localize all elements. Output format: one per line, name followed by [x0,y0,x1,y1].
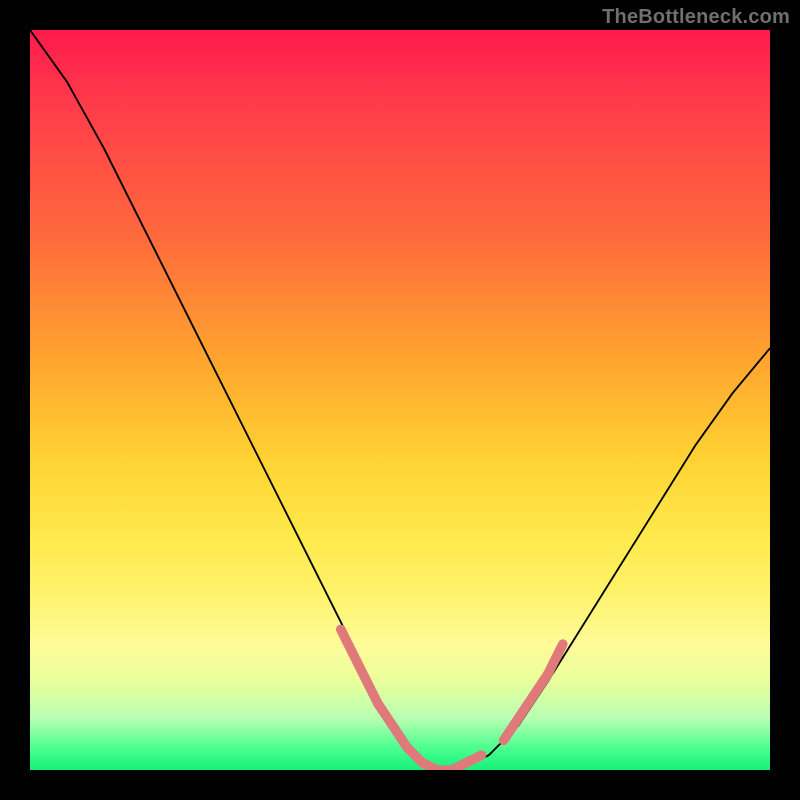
chart-frame: TheBottleneck.com [0,0,800,800]
highlight-segment [467,755,482,762]
highlight-segment [341,629,363,673]
bottleneck-curve [30,30,770,770]
watermark-text: TheBottleneck.com [602,6,790,29]
highlight-segment [363,674,378,704]
chart-plot-area [30,30,770,770]
near-zero-markers [341,629,563,770]
chart-svg [30,30,770,770]
highlight-segment [548,644,563,674]
